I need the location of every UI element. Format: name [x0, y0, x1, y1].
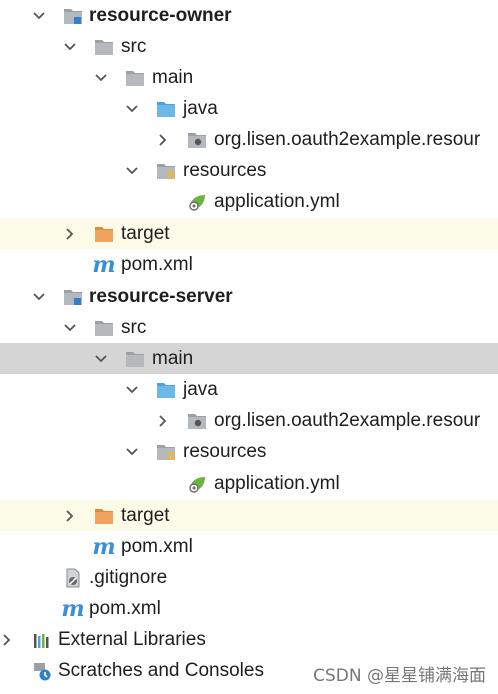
chevron-down-icon[interactable]: [90, 62, 112, 93]
resources-folder-icon: [154, 436, 178, 467]
module-name: resource-owner: [89, 5, 232, 26]
tree-node-target[interactable]: target: [0, 500, 498, 531]
chevron-right-icon[interactable]: [0, 624, 18, 655]
tree-node-main[interactable]: main: [0, 62, 498, 93]
node-label: target: [121, 223, 170, 244]
tree-node-src[interactable]: src: [0, 312, 498, 343]
chevron-right-icon[interactable]: [152, 405, 174, 436]
node-label: Scratches and Consoles: [58, 660, 264, 681]
maven-icon: m: [92, 251, 116, 278]
source-folder-icon: [154, 93, 178, 124]
node-label: main: [152, 67, 194, 88]
chevron-down-icon[interactable]: [90, 343, 112, 374]
tree-node-java[interactable]: java: [0, 374, 498, 405]
node-label: target: [121, 505, 170, 526]
node-label: src: [121, 317, 147, 338]
chevron-down-icon[interactable]: [59, 312, 81, 343]
resources-folder-icon: [154, 155, 178, 186]
tree-node-pom[interactable]: m pom.xml: [0, 531, 498, 562]
chevron-right-icon[interactable]: [59, 500, 81, 531]
chevron-down-icon[interactable]: [121, 436, 143, 467]
chevron-down-icon[interactable]: [59, 31, 81, 62]
spring-config-icon: [185, 468, 209, 499]
module-name: resource-server: [89, 286, 233, 307]
node-label: resources: [183, 160, 267, 181]
module-resource-server[interactable]: resource-server: [0, 281, 498, 312]
chevron-down-icon[interactable]: [28, 281, 50, 312]
node-label: pom.xml: [121, 536, 193, 557]
tree-node-external-libraries[interactable]: External Libraries: [0, 624, 498, 655]
chevron-right-icon[interactable]: [59, 218, 81, 249]
tree-node-package[interactable]: org.lisen.oauth2example.resour: [0, 124, 498, 155]
libraries-icon: [30, 624, 54, 655]
node-label: application.yml: [214, 191, 340, 212]
node-label: resources: [183, 441, 267, 462]
node-label: External Libraries: [58, 629, 206, 650]
watermark: CSDN @星星铺满海面: [313, 666, 486, 686]
tree-node-target[interactable]: target: [0, 218, 498, 249]
chevron-down-icon[interactable]: [121, 374, 143, 405]
node-label: application.yml: [214, 473, 340, 494]
node-label: java: [183, 379, 218, 400]
maven-icon: m: [61, 595, 85, 622]
folder-icon: [123, 62, 147, 93]
tree-node-application-yml[interactable]: application.yml: [0, 186, 498, 217]
excluded-folder-icon: [92, 500, 116, 531]
spring-config-icon: [185, 186, 209, 217]
folder-icon: [92, 312, 116, 343]
node-label: .gitignore: [89, 567, 168, 588]
node-label: org.lisen.oauth2example.resour: [214, 410, 481, 431]
package-icon: [185, 405, 209, 436]
tree-node-root-pom[interactable]: m pom.xml: [0, 593, 498, 624]
package-icon: [185, 124, 209, 155]
node-label: main: [152, 348, 194, 369]
tree-node-resources[interactable]: resources: [0, 155, 498, 186]
tree-node-resources[interactable]: resources: [0, 436, 498, 467]
folder-icon: [92, 31, 116, 62]
node-label: org.lisen.oauth2example.resour: [214, 129, 481, 150]
tree-node-pom[interactable]: m pom.xml: [0, 249, 498, 280]
chevron-down-icon[interactable]: [121, 155, 143, 186]
excluded-folder-icon: [92, 218, 116, 249]
chevron-right-icon[interactable]: [152, 124, 174, 155]
ignore-file-icon: [61, 562, 85, 593]
tree-node-package[interactable]: org.lisen.oauth2example.resour: [0, 405, 498, 436]
tree-node-main-selected[interactable]: main: [0, 343, 498, 374]
tree-node-gitignore[interactable]: .gitignore: [0, 562, 498, 593]
module-folder-icon: [61, 0, 85, 31]
node-label: java: [183, 98, 218, 119]
module-folder-icon: [61, 281, 85, 312]
folder-icon: [123, 343, 147, 374]
node-label: src: [121, 36, 147, 57]
scratches-icon: [30, 655, 54, 686]
source-folder-icon: [154, 374, 178, 405]
chevron-down-icon[interactable]: [121, 93, 143, 124]
module-resource-owner[interactable]: resource-owner: [0, 0, 498, 31]
maven-icon: m: [92, 533, 116, 560]
chevron-down-icon[interactable]: [28, 0, 50, 31]
node-label: pom.xml: [121, 254, 193, 275]
tree-node-application-yml[interactable]: application.yml: [0, 468, 498, 499]
tree-node-java[interactable]: java: [0, 93, 498, 124]
node-label: pom.xml: [89, 598, 161, 619]
tree-node-src[interactable]: src: [0, 31, 498, 62]
